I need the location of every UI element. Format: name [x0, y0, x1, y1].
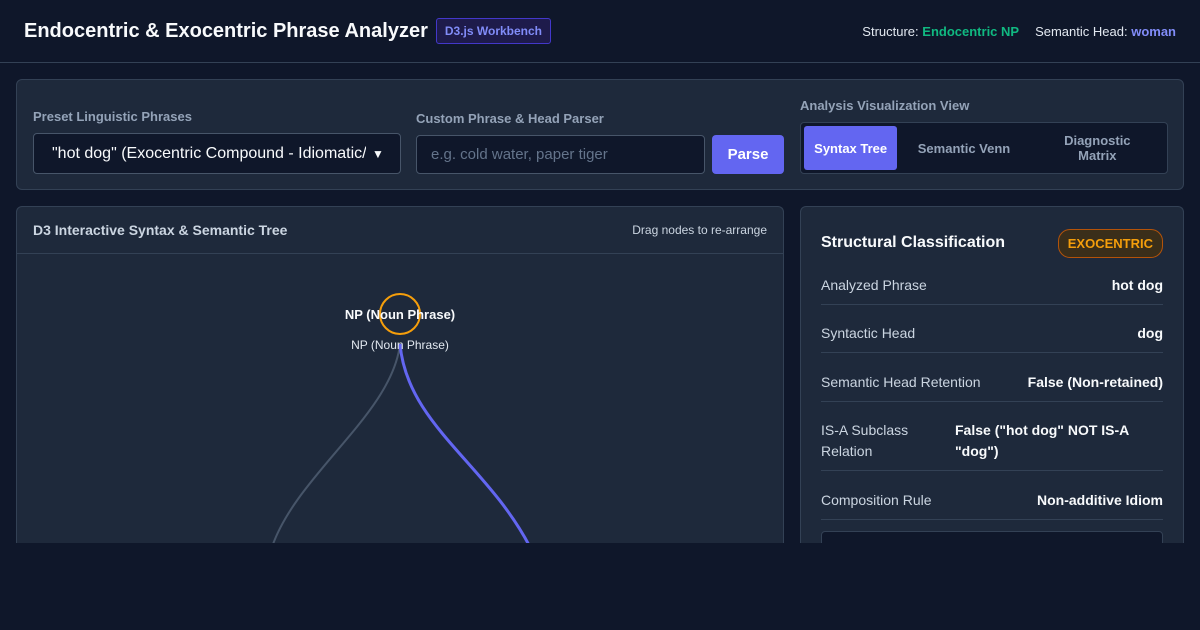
- row-key: Analyzed Phrase: [821, 277, 927, 293]
- chevron-down-icon: ▼: [372, 146, 384, 161]
- brand: Endocentric & Exocentric Phrase Analyzer…: [24, 18, 551, 44]
- row-value: Non-additive Idiom: [1037, 492, 1163, 508]
- preset-label: Preset Linguistic Phrases: [33, 109, 192, 124]
- row-key: Semantic Head Retention: [821, 374, 981, 390]
- app-title: Endocentric & Exocentric Phrase Analyzer: [24, 19, 428, 42]
- row-composition-rule: Composition Rule Non-additive Idiom: [821, 490, 1163, 520]
- status-summary: Structure: Endocentric NP Semantic Head:…: [862, 24, 1176, 39]
- view-label: Analysis Visualization View: [800, 98, 970, 113]
- semantic-head-label: Semantic Head:: [1035, 23, 1128, 39]
- root-node-sublabel: NP (Noun Phrase): [351, 338, 449, 352]
- controls-panel: Preset Linguistic Phrases "hot dog" (Exo…: [16, 79, 1184, 190]
- tool-badge: D3.js Workbench: [435, 18, 551, 44]
- tab-semantic-venn[interactable]: Semantic Venn: [899, 126, 1028, 170]
- top-bar: Endocentric & Exocentric Phrase Analyzer…: [0, 0, 1200, 63]
- row-syntactic-head: Syntactic Head dog: [821, 323, 1163, 353]
- row-analyzed-phrase: Analyzed Phrase hot dog: [821, 275, 1163, 305]
- tree-link-head: [398, 343, 532, 546]
- tree-panel-header: D3 Interactive Syntax & Semantic Tree Dr…: [17, 207, 783, 254]
- preset-phrase-select[interactable]: "hot dog" (Exocentric Compound - Idiomat…: [33, 133, 401, 174]
- tree-title: D3 Interactive Syntax & Semantic Tree: [33, 222, 288, 238]
- structure-value: Endocentric NP: [922, 23, 1020, 39]
- syntax-tree-panel: D3 Interactive Syntax & Semantic Tree Dr…: [16, 206, 784, 546]
- tree-hint: Drag nodes to re-arrange: [632, 223, 767, 237]
- structure-label: Structure:: [862, 23, 919, 39]
- tree-link-nonhead: [271, 343, 401, 546]
- preset-selected-value: "hot dog" (Exocentric Compound - Idiomat…: [52, 144, 366, 162]
- row-semantic-head-retention: Semantic Head Retention False (Non-retai…: [821, 372, 1163, 402]
- view-switcher: Syntax Tree Semantic Venn Diagnostic Mat…: [800, 122, 1168, 174]
- root-node-label: NP (Noun Phrase): [345, 307, 455, 322]
- semantic-head-status: Semantic Head: woman: [1035, 24, 1176, 39]
- row-value: False (Non-retained): [1027, 374, 1163, 390]
- tab-syntax-tree[interactable]: Syntax Tree: [804, 126, 898, 170]
- row-value: False ("hot dog" NOT IS-A "dog"): [955, 422, 1129, 459]
- row-is-a-relation: IS-A Subclass Relation False ("hot dog" …: [821, 420, 1163, 471]
- row-key: IS-A Subclass Relation: [821, 422, 909, 459]
- semantic-head-value: woman: [1131, 23, 1176, 39]
- structure-status: Structure: Endocentric NP: [862, 24, 1019, 39]
- tree-canvas[interactable]: NP (Noun Phrase) NP (Noun Phrase): [17, 254, 784, 546]
- page-background: [0, 543, 1200, 630]
- custom-phrase-label: Custom Phrase & Head Parser: [416, 111, 604, 126]
- row-key: Composition Rule: [821, 492, 932, 508]
- row-key: Syntactic Head: [821, 325, 916, 341]
- custom-phrase-input[interactable]: e.g. cold water, paper tiger: [416, 135, 705, 174]
- tab-diagnostic-matrix[interactable]: Diagnostic Matrix: [1031, 126, 1164, 170]
- classification-panel: Structural Classification EXOCENTRIC Ana…: [800, 206, 1184, 546]
- row-value: hot dog: [1111, 277, 1163, 293]
- classification-title: Structural Classification: [821, 234, 1006, 251]
- classification-header: Structural Classification EXOCENTRIC: [821, 228, 1163, 258]
- row-value: dog: [1137, 325, 1163, 341]
- parse-button[interactable]: Parse: [712, 135, 784, 174]
- classification-badge: EXOCENTRIC: [1057, 228, 1163, 258]
